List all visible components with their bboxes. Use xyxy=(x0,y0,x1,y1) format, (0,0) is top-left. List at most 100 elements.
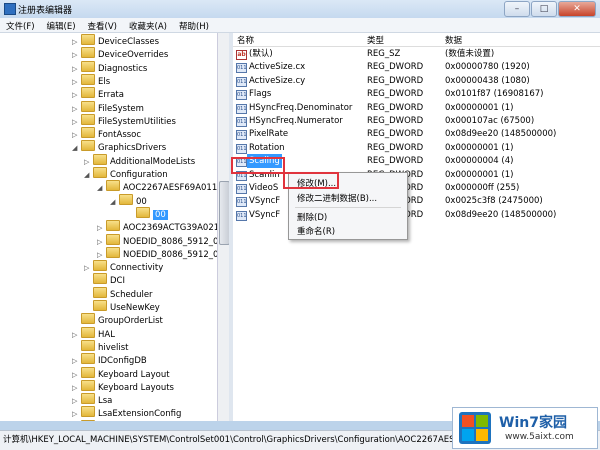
tree-node-label: Els xyxy=(98,76,111,87)
maximize-button[interactable]: □ xyxy=(531,1,557,17)
tree-node[interactable]: ▷AOC2369ACTG39A021913 xyxy=(97,220,217,233)
tree-node[interactable]: ▷ AdditionalModeLists xyxy=(84,153,195,167)
column-type[interactable]: 类型 xyxy=(367,34,384,46)
tree-node-label: Errata xyxy=(98,90,124,101)
tree-node[interactable]: ▷LsaInformation xyxy=(72,419,162,421)
tree-node[interactable]: ▷ LsaExtensionConfig xyxy=(72,406,181,419)
folder-icon xyxy=(136,206,150,218)
string-value-icon: ab xyxy=(236,50,247,60)
menu-item-modify-binary[interactable]: 修改二进制数据(B)... xyxy=(297,192,377,204)
value-row[interactable]: 011 Scaling REG_DWORD 0x00000004 (4) xyxy=(233,154,600,169)
value-data: 0x00000438 (1080) xyxy=(445,75,530,86)
value-type: REG_DWORD xyxy=(367,62,424,73)
value-data: 0x00000780 (1920) xyxy=(445,62,530,73)
value-data: 0x00000001 (1) xyxy=(445,142,514,153)
tree-node[interactable]: ◢ 00 xyxy=(110,193,147,209)
value-row[interactable]: 011 Rotation REG_DWORD 0x00000001 (1) xyxy=(233,141,600,155)
expand-toggle-icon[interactable]: ◢ xyxy=(84,169,92,182)
menu-edit[interactable]: 编辑(E) xyxy=(41,18,82,32)
tree-node[interactable]: ▷ FileSystem xyxy=(72,100,144,114)
tree-node-label: DeviceOverrides xyxy=(98,50,169,61)
value-type: REG_DWORD xyxy=(367,102,424,113)
registry-tree[interactable]: ▷ DeviceClasses ▷ DeviceOverrides ▷ Diagnosti… xyxy=(0,33,218,421)
tree-node[interactable]: ▷NOEDID_8086_5912_0000 xyxy=(97,246,217,260)
value-data: 0x000107ac (67500) xyxy=(445,116,535,126)
tree-node[interactable]: ▷ Keyboard Layout xyxy=(72,366,170,380)
value-row[interactable]: 011 PixelRate REG_DWORD 0x08d9ee20 (1485000… xyxy=(233,127,600,141)
value-row[interactable]: 011 HSyncFreq.Numerator REG_DWORD 0x000107a… xyxy=(233,114,600,128)
folder-icon xyxy=(81,339,95,351)
tree-node[interactable]: ▷ DeviceClasses xyxy=(72,34,159,47)
value-data: 0x00000004 (4) xyxy=(445,156,514,167)
tree-node-label: GroupOrderList xyxy=(98,316,163,327)
tree-node[interactable]: ◢ AOC2267AESF69A011025 xyxy=(97,180,217,195)
tree-node[interactable]: hivelist xyxy=(72,339,129,353)
close-button[interactable]: ✕ xyxy=(558,1,596,17)
highlight-box-modify xyxy=(283,172,339,189)
binary-value-icon: 011 xyxy=(236,184,247,194)
tree-node-label: NOEDID_8086_5912_0000 xyxy=(123,236,218,247)
column-data[interactable]: 数据 xyxy=(445,34,462,46)
tree-node[interactable]: ▷ Connectivity xyxy=(84,260,163,273)
tree-node[interactable]: ▷ Keyboard Layouts xyxy=(72,379,174,393)
folder-icon xyxy=(93,273,107,285)
tree-node[interactable]: ◢ Configuration xyxy=(84,167,168,180)
value-row[interactable]: ab (默认) REG_SZ (数值未设置) xyxy=(233,47,600,61)
menu-help[interactable]: 帮助(H) xyxy=(173,18,215,32)
folder-icon xyxy=(93,260,107,272)
tree-node[interactable]: ▷ FontAssoc xyxy=(72,127,141,140)
menu-file[interactable]: 文件(F) xyxy=(0,18,41,32)
value-row[interactable]: 011 Flags REG_DWORD 0x0101f87 (16908167) xyxy=(233,87,600,101)
expand-toggle-icon[interactable]: ◢ xyxy=(72,142,80,155)
tree-node[interactable]: ◢ GraphicsDrivers xyxy=(72,140,166,153)
tree-node-label: 00 xyxy=(136,196,147,207)
folder-icon xyxy=(81,127,95,139)
tree-node[interactable]: Scheduler xyxy=(84,286,153,300)
watermark-logo: Win7家园 www.5aixt.com xyxy=(452,407,598,449)
menu-view[interactable]: 查看(V) xyxy=(82,18,123,32)
tree-node[interactable]: ▷ FileSystemUtilities xyxy=(72,113,176,127)
tree-node[interactable]: DCI xyxy=(84,273,125,286)
value-type: REG_DWORD xyxy=(367,75,424,86)
minimize-button[interactable]: – xyxy=(504,1,530,17)
tree-node[interactable]: 00 xyxy=(127,206,168,220)
column-name[interactable]: 名称 xyxy=(237,34,254,46)
menu-item-delete[interactable]: 删除(D) xyxy=(297,211,327,223)
menu-item-rename[interactable]: 重命名(R) xyxy=(297,225,335,237)
tree-node[interactable]: ▷NOEDID_8086_5912_0000 xyxy=(97,233,218,247)
folder-icon xyxy=(81,100,95,112)
tree-node[interactable]: ▷ IDConfigDB xyxy=(72,353,147,366)
value-type: REG_SZ xyxy=(367,49,401,59)
folder-icon xyxy=(81,419,95,421)
folder-icon xyxy=(81,326,95,338)
value-data: 0x00000001 (1) xyxy=(445,102,514,113)
tree-node[interactable]: ▷ Errata xyxy=(72,87,124,100)
value-data: (数值未设置) xyxy=(445,49,495,59)
folder-icon xyxy=(81,87,95,99)
folder-icon xyxy=(81,34,95,45)
menu-separator xyxy=(295,207,401,208)
tree-node-label: Connectivity xyxy=(110,263,164,274)
value-name: ActiveSize.cy xyxy=(249,75,306,86)
tree-node[interactable]: GroupOrderList xyxy=(72,313,163,326)
tree-node[interactable]: ▷ Diagnostics xyxy=(72,60,147,74)
tree-node[interactable]: ▷ HAL xyxy=(72,326,115,340)
value-data: 0x00000001 (1) xyxy=(445,169,514,180)
value-row[interactable]: 011 HSyncFreq.Denominator REG_DWORD 0x00000… xyxy=(233,101,600,115)
tree-node[interactable]: ▷ Lsa xyxy=(72,393,112,406)
value-name: VideoS xyxy=(249,183,279,193)
tree-node-label: IDConfigDB xyxy=(98,356,147,367)
expand-toggle-icon[interactable]: ◢ xyxy=(97,182,105,195)
value-row[interactable]: 011 ActiveSize.cy REG_DWORD 0x00000438 (108… xyxy=(233,74,600,88)
folder-icon xyxy=(93,167,107,178)
folder-icon xyxy=(93,300,107,311)
folder-icon xyxy=(81,366,95,378)
binary-value-icon: 011 xyxy=(236,90,247,101)
value-row[interactable]: 011 ActiveSize.cx REG_DWORD 0x00000780 (192… xyxy=(233,60,600,74)
tree-node[interactable]: ▷ DeviceOverrides xyxy=(72,47,168,60)
tree-node[interactable]: UseNewKey xyxy=(84,300,160,313)
folder-icon xyxy=(119,193,133,205)
tree-node[interactable]: ▷ Els xyxy=(72,73,111,87)
menu-favorites[interactable]: 收藏夹(A) xyxy=(123,18,173,32)
expand-toggle-icon[interactable]: ◢ xyxy=(110,196,118,209)
